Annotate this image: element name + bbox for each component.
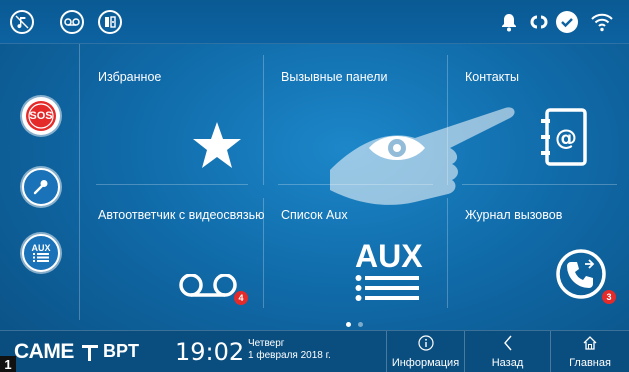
answering-machine-icon: [179, 274, 237, 297]
tile-label: Журнал вызовов: [465, 208, 563, 222]
mute-ringtone-icon[interactable]: [10, 10, 34, 34]
home-button[interactable]: Главная: [550, 331, 629, 372]
bell-icon: [498, 11, 520, 33]
address-book-icon: @: [541, 108, 587, 166]
brand-logo-bpt: BPT: [103, 341, 139, 361]
tile-label: Список Aux: [281, 208, 348, 222]
tile-favorites[interactable]: Избранное: [80, 55, 263, 185]
back-button[interactable]: Назад: [464, 331, 550, 372]
sos-label: SOS: [29, 110, 53, 122]
home-icon: [583, 336, 597, 350]
quick-actions-sidebar: SOS AUX: [0, 44, 80, 320]
call-log-icon: [556, 249, 606, 299]
key-button[interactable]: [22, 168, 60, 206]
back-icon: [503, 335, 512, 351]
info-button[interactable]: Информация: [386, 331, 464, 372]
page-dot[interactable]: [358, 322, 363, 327]
tile-video-answering-machine[interactable]: Автоответчик с видеосвязью 4: [80, 198, 265, 308]
home-label: Главная: [569, 357, 611, 369]
back-label: Назад: [491, 357, 524, 369]
unread-badge: 4: [234, 291, 248, 305]
tile-contacts[interactable]: Контакты @: [447, 55, 629, 185]
missed-calls-badge: 3: [602, 290, 616, 304]
aux-list-icon: [355, 275, 419, 301]
info-label: Информация: [391, 357, 460, 369]
answering-machine-icon[interactable]: [60, 10, 84, 34]
page-dot-active: [346, 322, 351, 327]
aux-button-label: AUX: [31, 243, 51, 253]
bottom-bar: CAME BPT 19:02 Четверг 1 февраля 2018 г.…: [0, 330, 629, 372]
connection-icon: [528, 11, 550, 33]
check-icon: [556, 11, 578, 33]
aux-list-icon-text: AUX: [355, 238, 423, 274]
callout-number: 1: [0, 356, 16, 372]
tile-aux-list[interactable]: Список Aux AUX: [263, 198, 447, 308]
clock-day: Четверг: [248, 338, 285, 349]
info-icon: [417, 335, 434, 351]
key-icon: [33, 180, 48, 195]
intercom-home-screen: SOS AUX Избранное Вызывные панели Контак…: [0, 0, 629, 372]
wifi-icon: [590, 11, 613, 33]
tile-label: Вызывные панели: [281, 70, 388, 84]
clock-date: 1 февраля 2018 г.: [248, 350, 331, 361]
brand-logo-came: CAME: [14, 340, 74, 363]
tile-label: Контакты: [465, 70, 519, 84]
tile-label: Автоответчик с видеосвязью: [98, 208, 265, 222]
clock-time: 19:02: [175, 338, 245, 366]
status-bar: [0, 0, 629, 44]
tile-call-log[interactable]: Журнал вызовов 3: [447, 198, 629, 308]
tile-label: Избранное: [98, 70, 162, 84]
svg-text:@: @: [555, 126, 577, 151]
door-lock-icon[interactable]: [98, 10, 122, 34]
sos-button[interactable]: SOS: [22, 97, 60, 135]
aux-button[interactable]: AUX: [22, 234, 60, 272]
brand-logo-mark: [82, 345, 98, 361]
list-icon: [32, 253, 49, 262]
star-icon: [193, 122, 241, 168]
